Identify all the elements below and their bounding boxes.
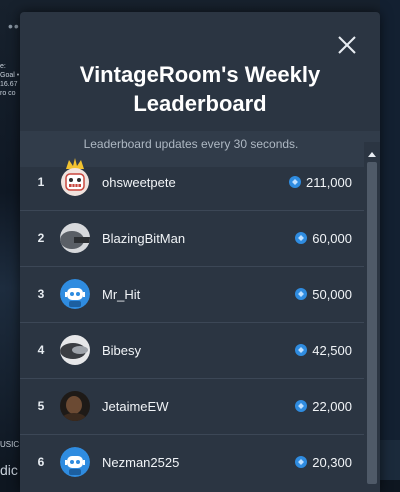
scroll-up-arrow-icon[interactable] bbox=[368, 146, 376, 157]
leaderboard-row[interactable]: 1 ohsweetpete 211,000 bbox=[20, 155, 364, 211]
leaderboard-row[interactable]: 6 Nezman2525 20,300 bbox=[20, 435, 364, 490]
background-block bbox=[380, 440, 400, 480]
leaderboard-row[interactable]: 3 Mr_Hit 50,000 bbox=[20, 267, 364, 323]
leaderboard-list: 1 ohsweetpete 211,000 2 BlazingBitMan 60… bbox=[20, 155, 364, 492]
points: 60,000 bbox=[232, 211, 352, 266]
background-text: dic bbox=[0, 462, 18, 478]
modal-title: VintageRoom's Weekly Leaderboard bbox=[20, 60, 380, 118]
close-icon[interactable] bbox=[336, 34, 358, 56]
scroll-thumb[interactable] bbox=[367, 162, 377, 484]
username[interactable]: JetaimeEW bbox=[102, 379, 168, 434]
username[interactable]: Mr_Hit bbox=[102, 267, 140, 322]
points-value: 60,000 bbox=[312, 231, 352, 246]
coin-icon bbox=[288, 176, 301, 188]
leaderboard-row[interactable]: 5 JetaimeEW 22,000 bbox=[20, 379, 364, 435]
points-value: 42,500 bbox=[312, 343, 352, 358]
rank-number: 2 bbox=[37, 231, 45, 245]
photo-avatar[interactable] bbox=[60, 223, 90, 253]
points: 22,000 bbox=[232, 379, 352, 434]
background-right-panel bbox=[380, 0, 400, 480]
leaderboard-row[interactable]: 4 Bibesy 42,500 bbox=[20, 323, 364, 379]
username[interactable]: Nezman2525 bbox=[102, 435, 179, 490]
points: 211,000 bbox=[232, 155, 352, 210]
rank-number: 4 bbox=[37, 343, 45, 357]
default-robot-avatar[interactable] bbox=[60, 279, 90, 309]
points-value: 22,000 bbox=[312, 399, 352, 414]
points-value: 50,000 bbox=[312, 287, 352, 302]
bg-stat-line: Goal • bbox=[0, 72, 20, 79]
title-line: VintageRoom's Weekly bbox=[79, 62, 321, 87]
points-value: 211,000 bbox=[305, 175, 352, 190]
points-value: 20,300 bbox=[312, 455, 352, 470]
username[interactable]: BlazingBitMan bbox=[102, 211, 185, 266]
default-robot-avatar[interactable] bbox=[60, 447, 90, 477]
photo-avatar[interactable] bbox=[60, 391, 90, 421]
background-stat-text: e: Goal • 16.67 ro co bbox=[0, 62, 22, 98]
leaderboard-modal: VintageRoom's Weekly Leaderboard Leaderb… bbox=[20, 12, 380, 492]
bg-stat-line: 16.67 bbox=[0, 81, 18, 88]
username[interactable]: Bibesy bbox=[102, 323, 141, 378]
rank-number: 6 bbox=[37, 455, 45, 469]
coin-icon bbox=[295, 400, 308, 412]
coin-icon bbox=[295, 232, 308, 244]
scrollbar[interactable] bbox=[364, 142, 380, 492]
leaderboard-row[interactable]: 2 BlazingBitMan 60,000 bbox=[20, 211, 364, 267]
coin-icon bbox=[295, 288, 308, 300]
photo-avatar[interactable] bbox=[60, 335, 90, 365]
points: 42,500 bbox=[232, 323, 352, 378]
bg-stat-line: e: bbox=[0, 63, 6, 70]
rank-number: 1 bbox=[37, 175, 45, 189]
update-notice: Leaderboard updates every 30 seconds. bbox=[83, 137, 299, 151]
coin-icon bbox=[295, 456, 308, 468]
points: 20,300 bbox=[232, 435, 352, 490]
rank-number: 5 bbox=[37, 399, 45, 413]
rank-number: 3 bbox=[37, 287, 45, 301]
robot-crown-avatar[interactable] bbox=[60, 158, 90, 197]
coin-icon bbox=[295, 344, 308, 356]
username[interactable]: ohsweetpete bbox=[102, 155, 176, 210]
bg-stat-line: ro co bbox=[0, 90, 16, 97]
background-music-label: USIC bbox=[0, 440, 20, 449]
points: 50,000 bbox=[232, 267, 352, 322]
title-line: Leaderboard bbox=[133, 91, 267, 116]
